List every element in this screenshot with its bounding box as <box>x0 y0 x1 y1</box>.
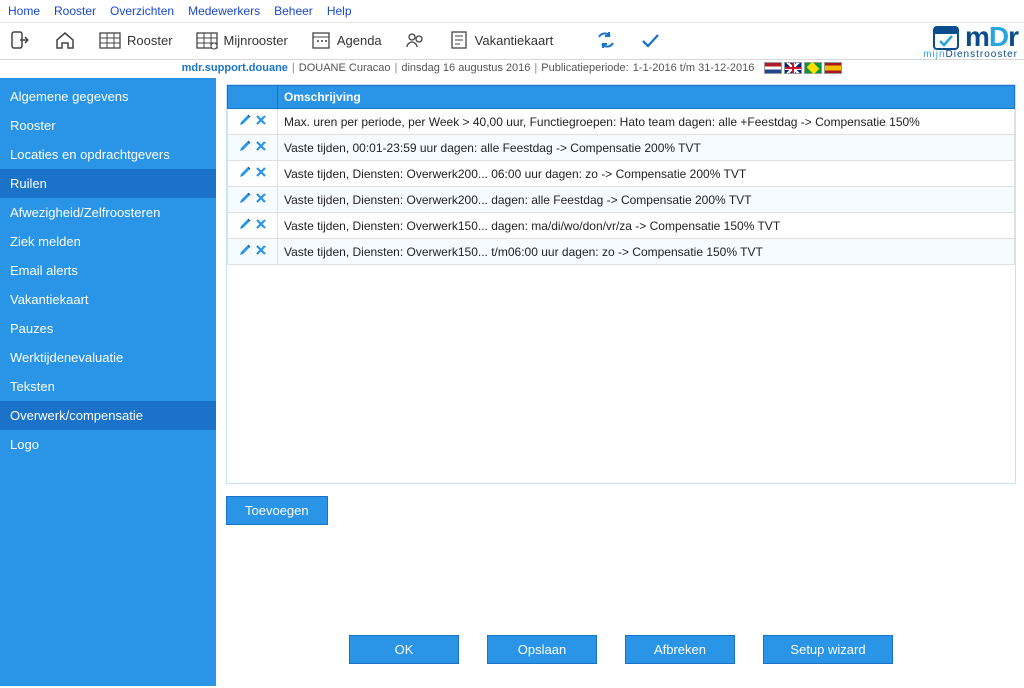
home-button[interactable] <box>54 29 76 51</box>
edit-icon[interactable] <box>238 165 252 179</box>
delete-icon[interactable] <box>254 139 268 153</box>
rules-table-wrapper: Omschrijving Max. uren per periode, per … <box>226 84 1016 484</box>
table-row: Vaste tijden, Diensten: Overwerk200... d… <box>228 187 1015 213</box>
row-description: Vaste tijden, Diensten: Overwerk150... t… <box>278 239 1015 265</box>
sidebar-item-werktijden[interactable]: Werktijdenevaluatie <box>0 343 216 372</box>
delete-icon[interactable] <box>254 113 268 127</box>
mijnrooster-tool[interactable]: Mijnrooster <box>195 29 288 51</box>
flag-uk[interactable] <box>784 62 802 74</box>
check-tool[interactable] <box>639 29 661 51</box>
delete-icon[interactable] <box>254 243 268 257</box>
rooster-tool[interactable]: Rooster <box>98 29 173 51</box>
status-bar: mdr.support.douane | DOUANE Curacao | di… <box>0 60 1024 78</box>
footer-buttons: OK Opslaan Afbreken Setup wizard <box>226 635 1016 664</box>
row-description: Max. uren per periode, per Week > 40,00 … <box>278 109 1015 135</box>
vakantiekaart-label: Vakantiekaart <box>475 33 554 48</box>
row-actions <box>228 161 278 187</box>
menu-overzichten[interactable]: Overzichten <box>110 4 174 18</box>
menu-home[interactable]: Home <box>8 4 40 18</box>
status-user: mdr.support.douane <box>182 62 288 74</box>
logo-subtitle: mijnDienstrooster <box>923 49 1018 60</box>
calendar-check-icon <box>931 22 961 52</box>
mijnrooster-label: Mijnrooster <box>224 33 288 48</box>
delete-icon[interactable] <box>254 217 268 231</box>
top-menu: Home Rooster Overzichten Medewerkers Beh… <box>0 0 1024 23</box>
sync-tool[interactable] <box>595 29 617 51</box>
flag-nl[interactable] <box>764 62 782 74</box>
pubperiod-label: Publicatieperiode: <box>541 62 628 74</box>
sidebar-item-locaties[interactable]: Locaties en opdrachtgevers <box>0 140 216 169</box>
brand-area: mDr mijnDienstrooster <box>923 21 1018 60</box>
delete-icon[interactable] <box>254 165 268 179</box>
rooster-label: Rooster <box>127 33 173 48</box>
status-org: DOUANE Curacao <box>299 62 391 74</box>
sidebar-item-overwerk[interactable]: Overwerk/compensatie <box>0 401 216 430</box>
row-actions <box>228 135 278 161</box>
sidebar-item-ruilen[interactable]: Ruilen <box>0 169 216 198</box>
agenda-label: Agenda <box>337 33 382 48</box>
status-date: dinsdag 16 augustus 2016 <box>401 62 530 74</box>
agenda-tool[interactable]: Agenda <box>310 29 382 51</box>
vakantiekaart-tool[interactable]: Vakantiekaart <box>448 29 554 51</box>
menu-help[interactable]: Help <box>327 4 352 18</box>
menu-rooster[interactable]: Rooster <box>54 4 96 18</box>
edit-icon[interactable] <box>238 113 252 127</box>
main-content: Omschrijving Max. uren per periode, per … <box>216 78 1024 686</box>
edit-icon[interactable] <box>238 217 252 231</box>
rules-table: Omschrijving Max. uren per periode, per … <box>227 85 1015 265</box>
col-omschrijving: Omschrijving <box>278 86 1015 109</box>
sidebar-item-algemene[interactable]: Algemene gegevens <box>0 82 216 111</box>
delete-icon[interactable] <box>254 191 268 205</box>
row-description: Vaste tijden, Diensten: Overwerk150... d… <box>278 213 1015 239</box>
row-actions <box>228 239 278 265</box>
team-tool[interactable] <box>404 29 426 51</box>
table-row: Max. uren per periode, per Week > 40,00 … <box>228 109 1015 135</box>
sidebar-item-logo[interactable]: Logo <box>0 430 216 459</box>
cancel-button[interactable]: Afbreken <box>625 635 735 664</box>
sidebar-item-vakantie[interactable]: Vakantiekaart <box>0 285 216 314</box>
wizard-button[interactable]: Setup wizard <box>763 635 893 664</box>
flag-br[interactable] <box>804 62 822 74</box>
sidebar: Algemene gegevens Rooster Locaties en op… <box>0 78 216 686</box>
menu-medewerkers[interactable]: Medewerkers <box>188 4 260 18</box>
row-description: Vaste tijden, Diensten: Overwerk200... 0… <box>278 161 1015 187</box>
sidebar-item-pauzes[interactable]: Pauzes <box>0 314 216 343</box>
sidebar-item-teksten[interactable]: Teksten <box>0 372 216 401</box>
sidebar-item-ziek[interactable]: Ziek melden <box>0 227 216 256</box>
sidebar-item-email[interactable]: Email alerts <box>0 256 216 285</box>
menu-beheer[interactable]: Beheer <box>274 4 313 18</box>
logout-button[interactable] <box>10 29 32 51</box>
col-actions <box>228 86 278 109</box>
table-row: Vaste tijden, Diensten: Overwerk200... 0… <box>228 161 1015 187</box>
row-actions <box>228 213 278 239</box>
pubperiod: 1-1-2016 t/m 31-12-2016 <box>633 62 755 74</box>
row-description: Vaste tijden, 00:01-23:59 uur dagen: all… <box>278 135 1015 161</box>
sidebar-item-afwezigheid[interactable]: Afwezigheid/Zelfroosteren <box>0 198 216 227</box>
ok-button[interactable]: OK <box>349 635 459 664</box>
sidebar-item-rooster[interactable]: Rooster <box>0 111 216 140</box>
add-button[interactable]: Toevoegen <box>226 496 328 525</box>
edit-icon[interactable] <box>238 139 252 153</box>
row-actions <box>228 187 278 213</box>
table-row: Vaste tijden, 00:01-23:59 uur dagen: all… <box>228 135 1015 161</box>
row-description: Vaste tijden, Diensten: Overwerk200... d… <box>278 187 1015 213</box>
lang-flags <box>764 62 842 74</box>
save-button[interactable]: Opslaan <box>487 635 597 664</box>
row-actions <box>228 109 278 135</box>
edit-icon[interactable] <box>238 243 252 257</box>
table-row: Vaste tijden, Diensten: Overwerk150... t… <box>228 239 1015 265</box>
edit-icon[interactable] <box>238 191 252 205</box>
flag-es[interactable] <box>824 62 842 74</box>
toolbar: Rooster Mijnrooster Agenda Vakantiekaart… <box>0 23 1024 60</box>
table-row: Vaste tijden, Diensten: Overwerk150... d… <box>228 213 1015 239</box>
